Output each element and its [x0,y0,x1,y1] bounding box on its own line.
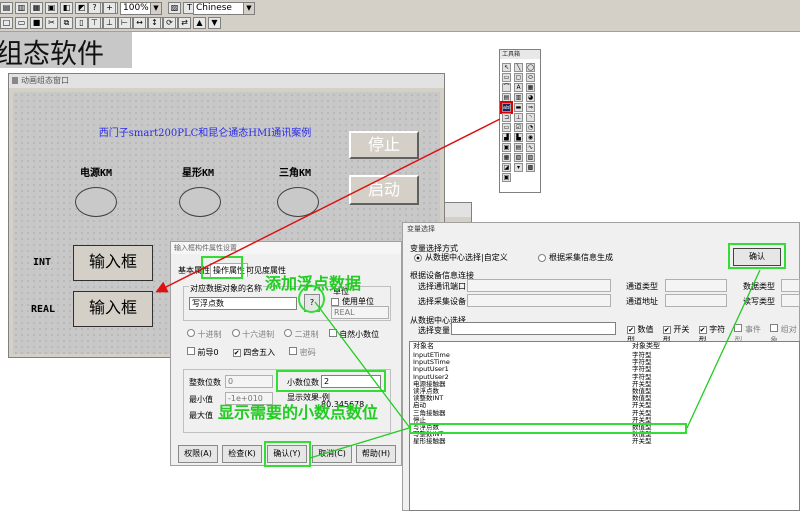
red-arrow [155,118,501,293]
annotation-arrows [155,118,761,459]
green-line-browse [314,301,411,429]
green-line-var-confirm [686,269,761,429]
green-line-confirm [309,427,410,459]
